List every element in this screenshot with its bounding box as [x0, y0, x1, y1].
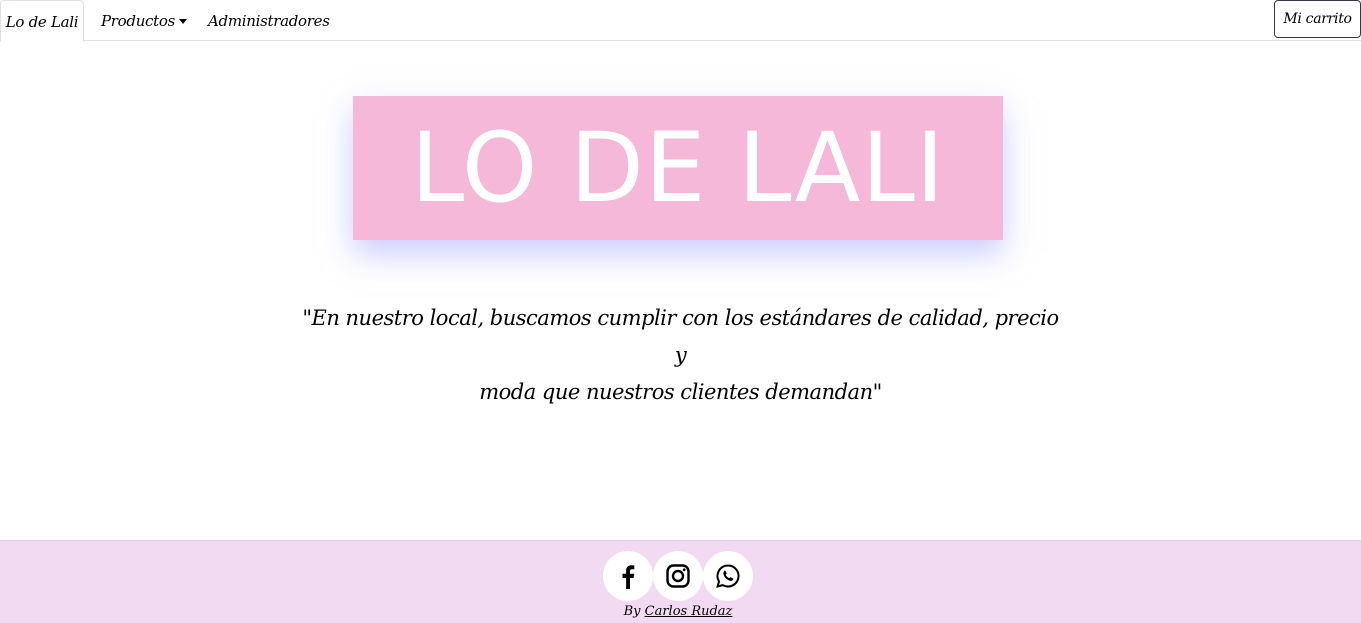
- credit-author-link[interactable]: Carlos Rudaz: [645, 604, 733, 619]
- top-navbar: Lo de Lali Productos Administradores Mi …: [0, 0, 1361, 42]
- facebook-icon: [622, 565, 635, 589]
- mission-quote: "En nuestro local, buscamos cumplir con …: [300, 300, 1061, 411]
- footer-credit: By Carlos Rudaz: [0, 604, 1356, 619]
- facebook-link[interactable]: [603, 551, 653, 601]
- whatsapp-icon: [716, 564, 740, 588]
- instagram-icon: [666, 564, 690, 588]
- nav-tab-home[interactable]: Lo de Lali: [0, 0, 84, 42]
- instagram-link[interactable]: [653, 551, 703, 601]
- nav-products-label: Productos: [101, 12, 176, 30]
- quote-line-1: "En nuestro local, buscamos cumplir con …: [302, 306, 1059, 367]
- hero-banner: LO DE LALI: [353, 96, 1003, 240]
- hero-title: LO DE LALI: [410, 112, 946, 224]
- nav-link-administradores[interactable]: Administradores: [208, 0, 330, 42]
- whatsapp-link[interactable]: [703, 551, 753, 601]
- cart-button[interactable]: Mi carrito: [1274, 0, 1361, 38]
- caret-down-icon: [179, 18, 188, 24]
- quote-line-2: moda que nuestros clientes demandan": [479, 380, 882, 404]
- nav-dropdown-products[interactable]: Productos: [101, 0, 188, 42]
- credit-prefix: By: [623, 604, 641, 619]
